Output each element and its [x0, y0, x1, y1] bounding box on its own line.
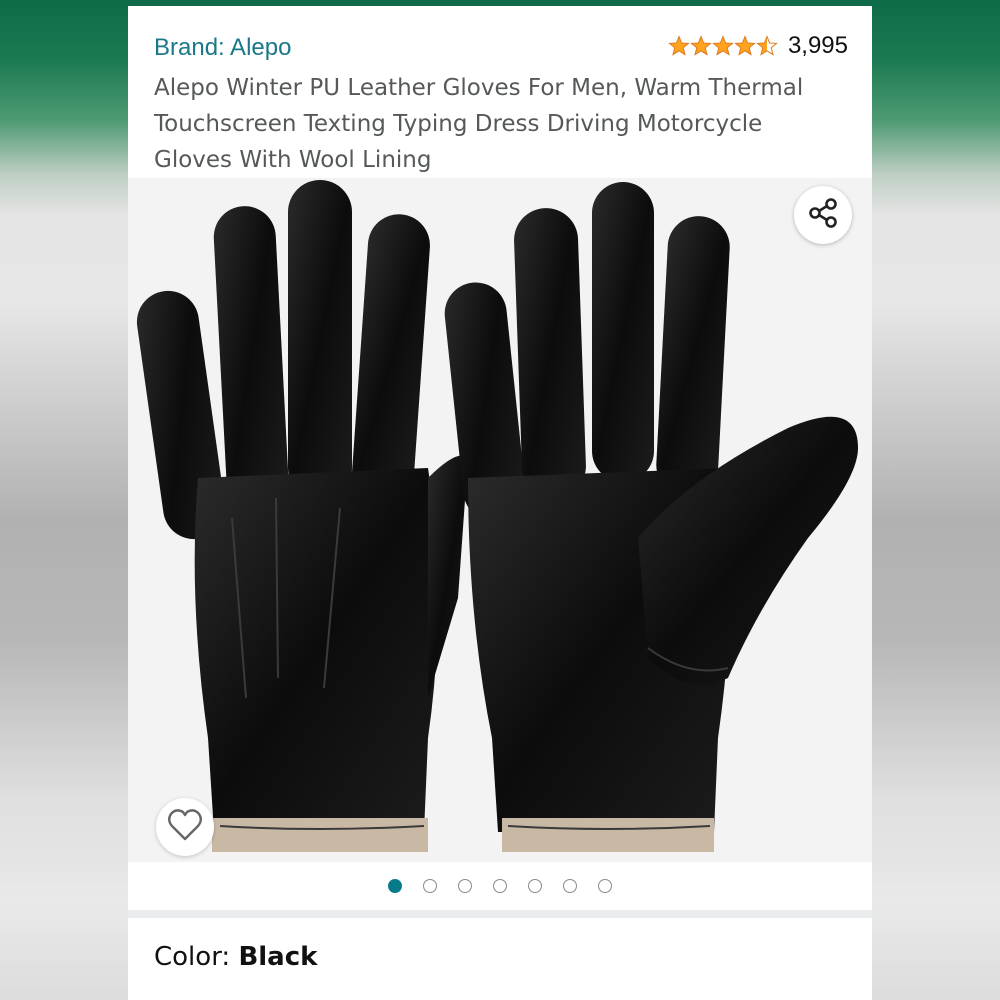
star-icon — [690, 35, 712, 56]
star-icon — [668, 35, 690, 56]
heart-outline-icon — [167, 808, 203, 846]
brand-rating-row: Brand: Alepo 3,995 — [154, 32, 848, 72]
carousel-dot[interactable] — [388, 879, 402, 893]
right-glove — [444, 182, 858, 852]
rating-summary[interactable]: 3,995 — [668, 32, 848, 60]
carousel-dot[interactable] — [528, 879, 542, 893]
rating-count[interactable]: 3,995 — [788, 32, 848, 60]
left-glove — [136, 180, 468, 852]
carousel-pagination — [128, 862, 872, 910]
brand-link[interactable]: Brand: Alepo — [154, 34, 291, 62]
carousel-dot[interactable] — [598, 879, 612, 893]
carousel-dot[interactable] — [423, 879, 437, 893]
product-card: Brand: Alepo 3,995 Alepo Winter PU Leath… — [128, 0, 872, 1000]
product-image — [136, 180, 858, 852]
background-blur-left — [0, 0, 128, 1000]
product-image-carousel[interactable] — [128, 178, 872, 862]
share-icon — [806, 196, 840, 234]
carousel-dot[interactable] — [563, 879, 577, 893]
background-blur-right — [872, 0, 1000, 1000]
product-title: Alepo Winter PU Leather Gloves For Men, … — [154, 75, 804, 173]
color-value: Black — [238, 942, 318, 972]
star-icon — [734, 35, 756, 56]
wishlist-button[interactable] — [156, 798, 214, 856]
share-button[interactable] — [794, 186, 852, 244]
carousel-dot[interactable] — [458, 879, 472, 893]
star-icon — [712, 35, 734, 56]
color-label: Color: — [154, 942, 239, 972]
color-selection-label: Color: Black — [154, 942, 317, 972]
star-icon — [756, 35, 778, 56]
carousel-dot[interactable] — [493, 879, 507, 893]
star-rating — [668, 35, 778, 57]
section-divider — [128, 910, 872, 918]
header-strip — [128, 0, 872, 6]
